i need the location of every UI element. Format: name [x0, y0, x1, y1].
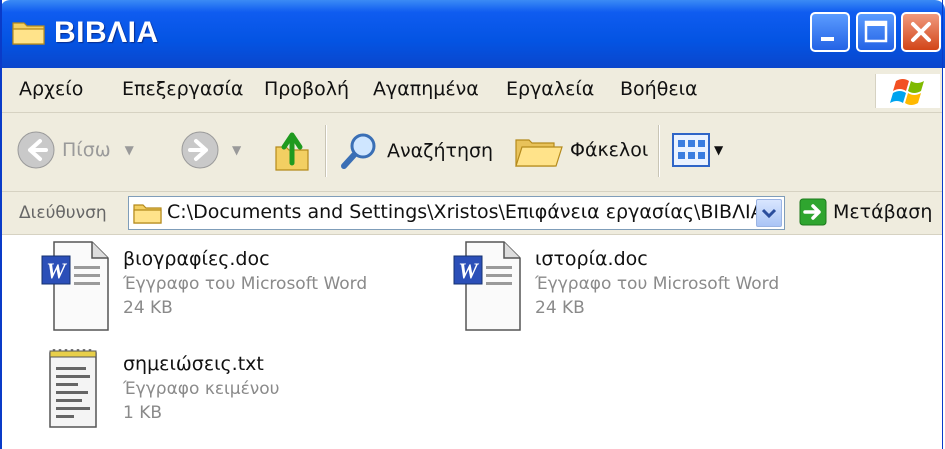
menu-bar: Αρχείο Επεξεργασία Προβολή Αγαπημένα Εργ… [2, 68, 943, 113]
minimize-icon [821, 37, 834, 41]
word-document-icon: W [41, 241, 109, 331]
folders-icon [515, 139, 563, 167]
back-label: Πίσω [62, 139, 111, 161]
address-bar: Διεύθυνση C:\Documents and Settings\Xris… [2, 192, 943, 235]
back-button[interactable]: Πίσω ▼ [16, 130, 134, 170]
up-folder-button[interactable] [272, 127, 312, 173]
folders-button[interactable]: Φάκελοι [514, 130, 648, 170]
text-document-icon [49, 349, 97, 428]
file-name: ιστορία.doc [535, 248, 648, 270]
forward-button[interactable]: ▼ [180, 130, 241, 170]
forward-dropdown-icon[interactable]: ▼ [232, 143, 241, 157]
menu-tools[interactable]: Εργαλεία [506, 76, 594, 102]
toolbar-separator [658, 125, 660, 177]
svg-text:W: W [46, 258, 67, 283]
address-dropdown-button[interactable] [756, 199, 782, 227]
folders-label: Φάκελοι [570, 139, 649, 161]
folder-icon [133, 204, 162, 224]
close-icon [911, 22, 931, 42]
file-item[interactable]: W ιστορία.doc Έγγραφο του Microsoft Word… [452, 240, 832, 335]
menu-edit[interactable]: Επεξεργασία [122, 76, 243, 102]
windows-logo [875, 74, 940, 108]
toolbar-separator [325, 125, 327, 177]
views-icon [672, 133, 710, 167]
folder-icon [12, 22, 45, 45]
maximize-button[interactable] [856, 12, 896, 52]
file-name: σημειώσεις.txt [123, 353, 264, 375]
menu-view[interactable]: Προβολή [264, 76, 349, 102]
go-label: Μετάβαση [833, 201, 933, 223]
file-type: Έγγραφο του Microsoft Word [535, 274, 780, 294]
views-button[interactable]: ▼ [672, 133, 723, 167]
go-arrow-icon [799, 198, 827, 226]
views-dropdown-icon[interactable]: ▼ [714, 143, 723, 157]
folder-up-icon [275, 132, 309, 171]
go-button[interactable]: Μετάβαση [799, 198, 932, 226]
file-name: βιογραφίες.doc [123, 248, 270, 270]
title-bar[interactable]: ΒΙΒΛΙΑ [0, 0, 945, 68]
file-list: W βιογραφίες.doc Έγγραφο του Microsoft W… [2, 235, 943, 449]
menu-file[interactable]: Αρχείο [19, 76, 83, 102]
forward-arrow-icon [181, 131, 219, 169]
file-type: Έγγραφο κειμένου [123, 379, 280, 399]
chevron-down-icon [761, 208, 777, 219]
file-size: 24 KB [123, 298, 173, 318]
file-size: 1 KB [123, 403, 163, 423]
window-title: ΒΙΒΛΙΑ [54, 16, 159, 49]
word-document-icon: W [453, 241, 521, 331]
file-type: Έγγραφο του Microsoft Word [123, 274, 368, 294]
minimize-button[interactable] [810, 12, 850, 52]
file-item[interactable]: W βιογραφίες.doc Έγγραφο του Microsoft W… [40, 240, 420, 335]
menu-help[interactable]: Βοήθεια [620, 76, 698, 102]
explorer-window: ΒΙΒΛΙΑ Αρχείο Επεξεργασία Προβολή Αγαπημ… [0, 0, 945, 449]
windows-logo-icon [890, 79, 924, 105]
close-button[interactable] [901, 12, 941, 52]
search-button[interactable]: Αναζήτηση [339, 130, 493, 172]
toolbar: Πίσω ▼ ▼ Αναζήτηση Φάκελοι ▼ [2, 113, 943, 192]
menu-favorites[interactable]: Αγαπημένα [373, 76, 479, 102]
search-icon [341, 133, 376, 169]
back-arrow-icon [17, 131, 55, 169]
search-label: Αναζήτηση [387, 140, 494, 162]
address-path: C:\Documents and Settings\Xristos\Επιφάν… [167, 201, 764, 223]
file-item[interactable]: σημειώσεις.txt Έγγραφο κειμένου 1 KB [40, 345, 420, 440]
svg-text:W: W [458, 258, 479, 283]
address-label: Διεύθυνση [19, 203, 107, 223]
address-input[interactable]: C:\Documents and Settings\Xristos\Επιφάν… [128, 196, 785, 230]
maximize-icon [864, 20, 888, 43]
back-dropdown-icon[interactable]: ▼ [125, 143, 134, 157]
file-size: 24 KB [535, 298, 585, 318]
